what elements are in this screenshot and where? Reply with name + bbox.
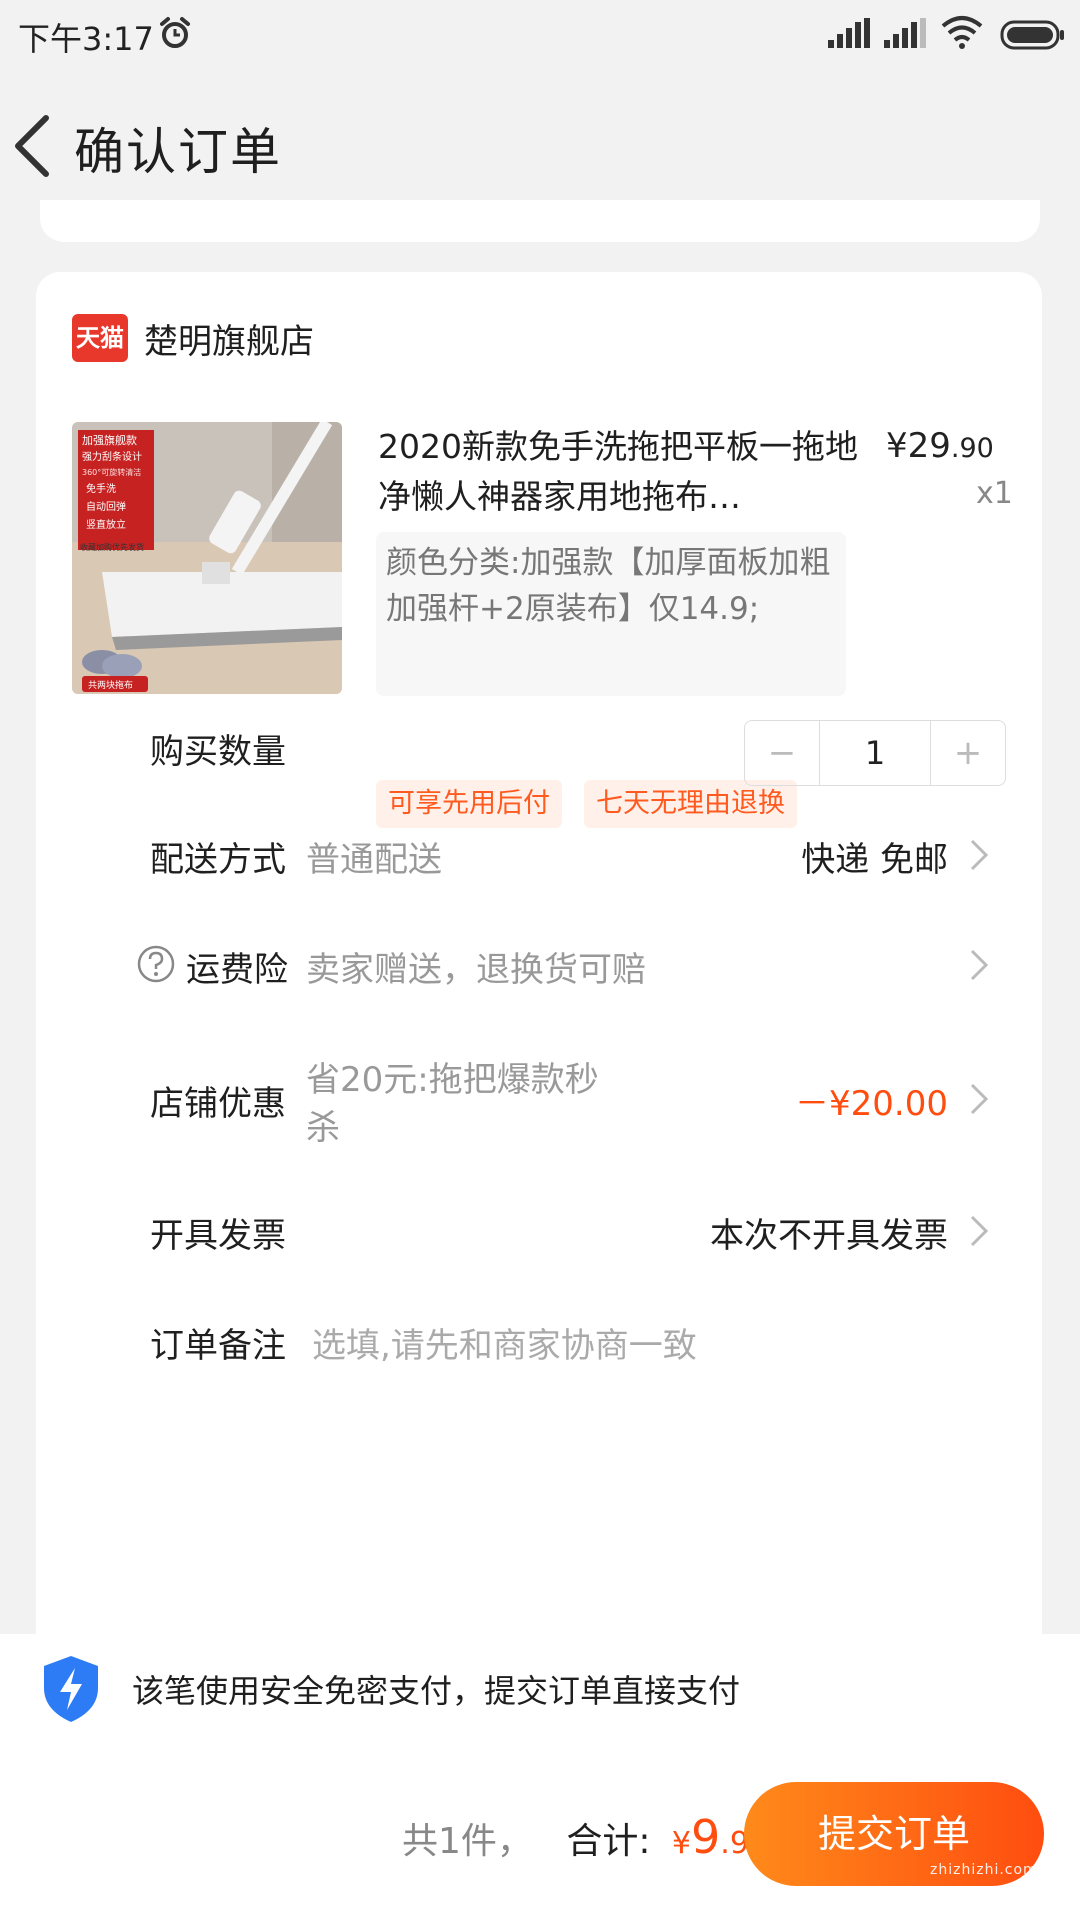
image-label: 共两块拖布 [88,679,133,691]
watermark: zhizhizhi.com [930,1862,1038,1878]
discount-desc: 省20元:拖把爆款秒杀 [306,1060,599,1148]
status-bar: 下午3:17 [0,0,1080,72]
order-card: 天猫 楚明旗舰店 加强旗舰款 强力刮条设计 360°可旋转清洁 免手洗 自动回弹… [36,272,1042,1672]
tmall-logo: 天猫 [72,314,128,362]
checkout-footer: 该笔使用安全免密支付，提交订单直接支付 共1件， 合计: ¥9.90 提交订单 … [0,1634,1080,1920]
wifi-icon [941,16,983,49]
product-image[interactable]: 加强旗舰款 强力刮条设计 360°可旋转清洁 免手洗 自动回弹 竖直放立 收藏加… [72,422,342,694]
order-total: 共1件， 合计: ¥9.90 [402,1810,768,1864]
store-name[interactable]: 楚明旗舰店 [144,314,314,363]
address-card-edge [40,200,1040,242]
total-label: 合计: [566,1821,651,1862]
image-label: 免手洗 [86,482,116,495]
delivery-method: 普通配送 [306,840,442,880]
quantity-value[interactable]: 1 [819,721,931,785]
invoice-label: 开具发票 [150,1216,286,1256]
product-price: ¥29.90 [886,426,994,466]
image-label: 强力刮条设计 [82,450,142,463]
increment-button[interactable]: + [931,721,1005,785]
delivery-value: 快递 免邮 [801,840,948,880]
secure-payment-notice: 该笔使用安全免密支付，提交订单直接支付 [132,1672,741,1710]
quantity-stepper[interactable]: − 1 + [744,720,1006,786]
alarm-icon [160,17,190,48]
status-time: 下午3:17 [18,20,154,58]
product-variant[interactable]: 颜色分类:加强款【加厚面板加粗加强杆+2原装布】仅14.9; [376,532,846,696]
decrement-button[interactable]: − [745,721,819,785]
remark-label: 订单备注 [150,1326,286,1366]
image-label: 360°可旋转清洁 [82,467,141,477]
chevron-right-icon [970,1215,989,1247]
mop-illustration: 加强旗舰款 强力刮条设计 360°可旋转清洁 免手洗 自动回弹 竖直放立 收藏加… [72,422,342,694]
page-title: 确认订单 [74,123,282,181]
quantity-label: 购买数量 [150,732,286,772]
header: 确认订单 [0,100,1080,190]
chevron-right-icon [970,949,989,981]
signal-icon [884,18,926,48]
delivery-label: 配送方式 [150,840,286,880]
return-policy-badge: 七天无理由退换 [584,780,797,828]
insurance-label: 运费险 [186,950,288,990]
pay-later-badge: 可享先用后付 [376,780,562,828]
discount-label: 店铺优惠 [150,1084,286,1124]
signal-icon [828,18,870,48]
remark-input[interactable]: 选填,请先和商家协商一致 [312,1318,697,1367]
chevron-right-icon [970,839,989,871]
image-label: 自动回弹 [86,500,126,513]
discount-value: －¥20.00 [795,1084,948,1124]
invoice-value: 本次不开具发票 [710,1216,948,1256]
image-label: 收藏加购优先发货 [80,542,144,552]
insurance-desc: 卖家赠送，退换货可赔 [306,950,646,990]
product-title[interactable]: 2020新款免手洗拖把平板一拖地净懒人神器家用地拖布… [378,422,858,522]
item-count: 共1件， [401,1821,533,1862]
image-label: 竖直放立 [86,518,126,531]
back-arrow-icon[interactable] [12,114,52,178]
help-icon[interactable] [136,944,176,984]
product-quantity: x1 [976,476,1013,511]
battery-icon [1000,20,1064,50]
shield-lightning-icon [44,1656,98,1722]
chevron-right-icon [970,1083,989,1115]
image-label: 加强旗舰款 [82,433,137,447]
